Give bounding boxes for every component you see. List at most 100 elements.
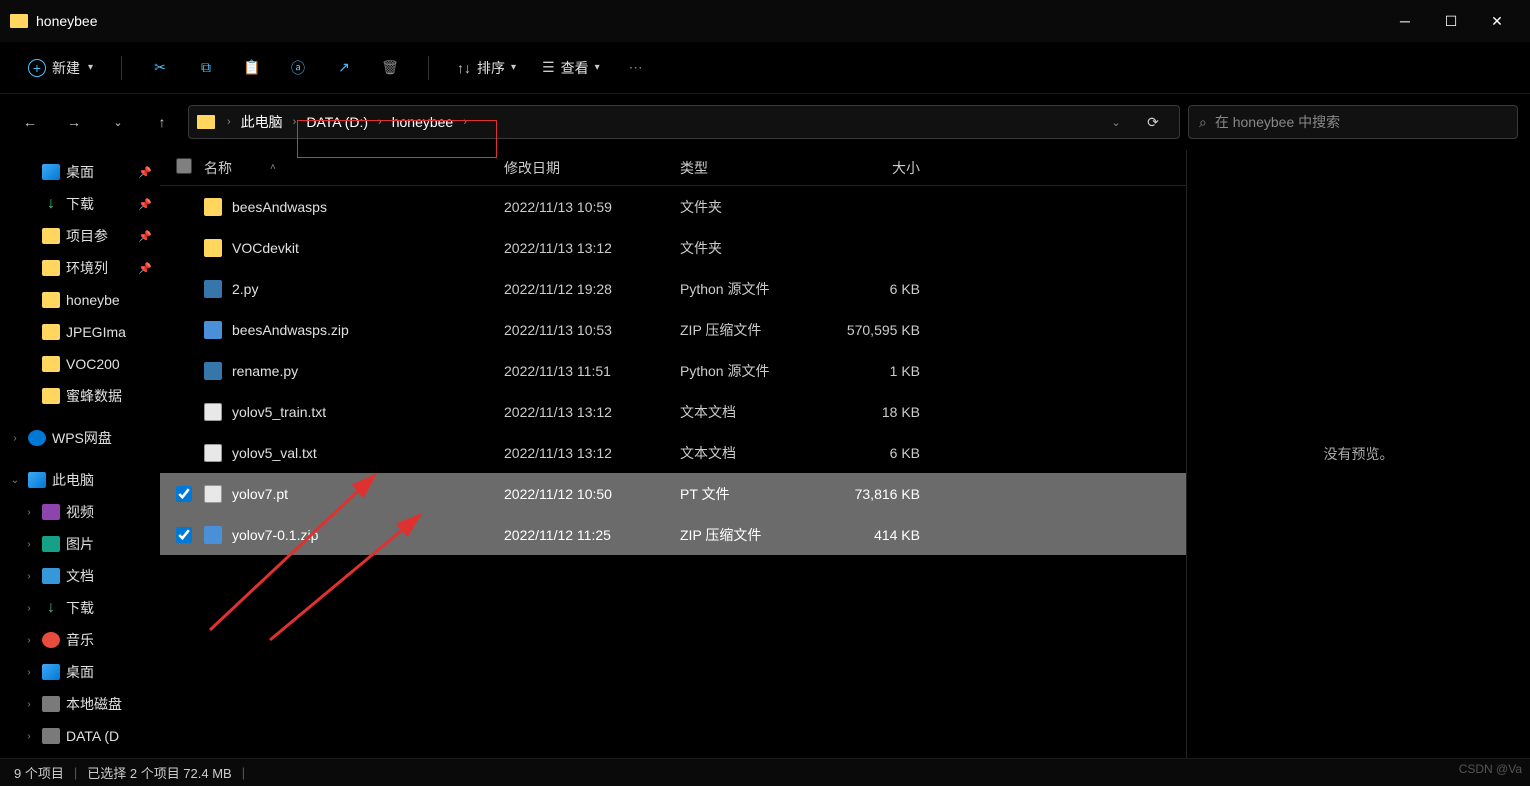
sidebar-item[interactable]: 桌面📌 bbox=[0, 156, 160, 188]
share-button[interactable]: ↗ bbox=[324, 48, 364, 88]
file-row[interactable]: beesAndwasps2022/11/13 10:59文件夹 bbox=[160, 186, 1186, 227]
sidebar-item-label: 本地磁盘 bbox=[66, 694, 122, 714]
file-date: 2022/11/13 13:12 bbox=[504, 404, 680, 420]
breadcrumb-item[interactable]: honeybee bbox=[390, 112, 456, 132]
sidebar-item-label: 桌面 bbox=[66, 162, 94, 182]
sidebar: 桌面📌↓下载📌项目参📌环境列📌honeybeJPEGImaVOC200蜜蜂数据›… bbox=[0, 150, 160, 758]
file-icon bbox=[204, 526, 222, 544]
file-size: 18 KB bbox=[832, 404, 932, 420]
column-size[interactable]: 大小 bbox=[832, 158, 932, 178]
sidebar-item[interactable]: ⌄此电脑 bbox=[0, 464, 160, 496]
sidebar-item-label: 环境列 bbox=[66, 258, 108, 278]
sidebar-item-label: DATA (D bbox=[66, 728, 119, 744]
search-input[interactable] bbox=[1215, 114, 1507, 130]
sidebar-item[interactable]: 项目参📌 bbox=[0, 220, 160, 252]
breadcrumb-item[interactable]: DATA (D:) bbox=[304, 112, 370, 132]
file-list: 名称˄ 修改日期 类型 大小 beesAndwasps2022/11/13 10… bbox=[160, 150, 1186, 758]
chevron-right-icon: › bbox=[374, 116, 386, 128]
sidebar-item[interactable]: › 视频 bbox=[0, 496, 160, 528]
file-date: 2022/11/13 11:51 bbox=[504, 363, 680, 379]
cut-button[interactable]: ✂ bbox=[140, 48, 180, 88]
new-label: 新建 bbox=[52, 58, 80, 78]
row-checkbox[interactable] bbox=[176, 486, 192, 502]
chevron-icon: › bbox=[8, 433, 22, 444]
statusbar: 9 个项目 | 已选择 2 个项目 72.4 MB | bbox=[0, 758, 1530, 786]
folder-icon bbox=[197, 115, 215, 129]
sidebar-item-label: honeybe bbox=[66, 292, 120, 308]
sidebar-item[interactable]: ›音乐 bbox=[0, 624, 160, 656]
file-date: 2022/11/13 13:12 bbox=[504, 445, 680, 461]
pin-icon: 📌 bbox=[138, 230, 152, 243]
sidebar-item[interactable]: ›WPS网盘 bbox=[0, 422, 160, 454]
select-all-checkbox[interactable] bbox=[176, 158, 192, 174]
delete-button[interactable]: 🗑 bbox=[370, 48, 410, 88]
item-icon bbox=[42, 388, 60, 404]
sidebar-item[interactable]: ›图片 bbox=[0, 528, 160, 560]
file-row[interactable]: yolov7-0.1.zip2022/11/12 11:25ZIP 压缩文件41… bbox=[160, 514, 1186, 555]
minimize-button[interactable]: ─ bbox=[1382, 0, 1428, 42]
forward-button[interactable]: → bbox=[56, 104, 92, 140]
copy-button[interactable]: ⧉ bbox=[186, 48, 226, 88]
folder-icon bbox=[10, 14, 28, 28]
preview-empty-text: 没有预览。 bbox=[1324, 444, 1394, 464]
chevron-icon: › bbox=[22, 635, 36, 646]
file-row[interactable]: yolov5_val.txt2022/11/13 13:12文本文档6 KB bbox=[160, 432, 1186, 473]
paste-button[interactable]: 📋 bbox=[232, 48, 272, 88]
file-name: beesAndwasps bbox=[232, 199, 327, 215]
file-row[interactable]: 2.py2022/11/12 19:28Python 源文件6 KB bbox=[160, 268, 1186, 309]
view-button[interactable]: ☰ 查看 ▾ bbox=[532, 52, 610, 84]
sidebar-item[interactable]: VOC200 bbox=[0, 348, 160, 380]
sidebar-item[interactable]: › 本地磁盘 bbox=[0, 688, 160, 720]
file-row[interactable]: beesAndwasps.zip2022/11/13 10:53ZIP 压缩文件… bbox=[160, 309, 1186, 350]
chevron-icon: › bbox=[22, 539, 36, 550]
up-button[interactable]: ↑ bbox=[144, 104, 180, 140]
separator: | bbox=[242, 765, 245, 780]
rename-button[interactable]: ⓐ bbox=[278, 48, 318, 88]
refresh-button[interactable]: ⟳ bbox=[1135, 114, 1171, 131]
breadcrumb-dropdown[interactable]: ⌄ bbox=[1101, 116, 1131, 129]
sidebar-item[interactable]: JPEGIma bbox=[0, 316, 160, 348]
sidebar-item[interactable]: ›桌面 bbox=[0, 656, 160, 688]
column-date[interactable]: 修改日期 bbox=[504, 158, 680, 178]
sidebar-item-label: 下载 bbox=[66, 598, 94, 618]
row-checkbox[interactable] bbox=[176, 527, 192, 543]
breadcrumb-item[interactable]: 此电脑 bbox=[239, 110, 285, 134]
more-button[interactable]: ⋯ bbox=[616, 48, 656, 88]
column-name[interactable]: 名称˄ bbox=[204, 158, 504, 178]
sidebar-item[interactable]: ↓下载📌 bbox=[0, 188, 160, 220]
file-type: ZIP 压缩文件 bbox=[680, 320, 832, 340]
file-size: 73,816 KB bbox=[832, 486, 932, 502]
sidebar-item[interactable]: ›↓下载 bbox=[0, 592, 160, 624]
item-icon bbox=[42, 536, 60, 552]
file-row[interactable]: yolov7.pt2022/11/12 10:50PT 文件73,816 KB bbox=[160, 473, 1186, 514]
sidebar-item[interactable]: ›DATA (D bbox=[0, 720, 160, 752]
sidebar-item-label: 视频 bbox=[66, 502, 94, 522]
breadcrumb[interactable]: › 此电脑 › DATA (D:) › honeybee › ⌄ ⟳ bbox=[188, 105, 1180, 139]
chevron-icon: › bbox=[22, 507, 36, 518]
item-icon bbox=[42, 664, 60, 680]
item-icon bbox=[42, 696, 60, 712]
column-type[interactable]: 类型 bbox=[680, 158, 832, 178]
sidebar-item[interactable]: 蜜蜂数据 bbox=[0, 380, 160, 412]
close-button[interactable]: ✕ bbox=[1474, 0, 1520, 42]
new-button[interactable]: + 新建 ▾ bbox=[18, 52, 103, 84]
maximize-button[interactable]: ☐ bbox=[1428, 0, 1474, 42]
separator: | bbox=[74, 765, 77, 780]
chevron-icon: › bbox=[22, 699, 36, 710]
file-row[interactable]: VOCdevkit2022/11/13 13:12文件夹 bbox=[160, 227, 1186, 268]
history-button[interactable]: ⌄ bbox=[100, 104, 136, 140]
pin-icon: 📌 bbox=[138, 198, 152, 211]
file-row[interactable]: yolov5_train.txt2022/11/13 13:12文本文档18 K… bbox=[160, 391, 1186, 432]
file-icon bbox=[204, 362, 222, 380]
chevron-down-icon: ▾ bbox=[88, 62, 93, 73]
sidebar-item[interactable]: honeybe bbox=[0, 284, 160, 316]
sidebar-item[interactable]: 环境列 📌 bbox=[0, 252, 160, 284]
search-box[interactable]: ⌕ bbox=[1188, 105, 1518, 139]
sidebar-item[interactable]: ›文档 bbox=[0, 560, 160, 592]
pin-icon: 📌 bbox=[138, 262, 152, 275]
file-size: 414 KB bbox=[832, 527, 932, 543]
back-button[interactable]: ← bbox=[12, 104, 48, 140]
file-row[interactable]: rename.py2022/11/13 11:51Python 源文件1 KB bbox=[160, 350, 1186, 391]
sort-button[interactable]: ↑↓ 排序 ▾ bbox=[447, 52, 526, 84]
window-title: honeybee bbox=[36, 13, 1382, 29]
